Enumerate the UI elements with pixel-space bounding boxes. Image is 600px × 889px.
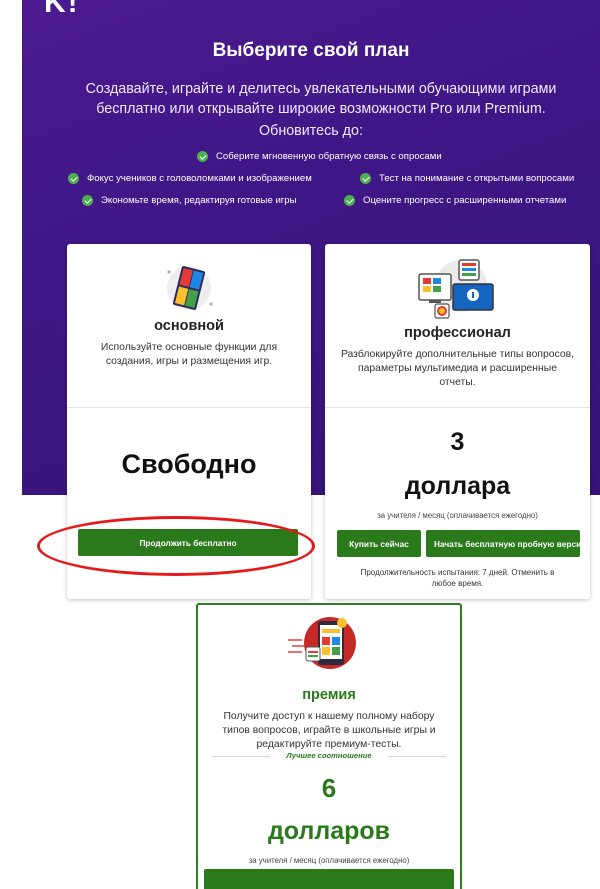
premium-cta-button[interactable] <box>204 869 454 889</box>
best-value-badge: Лучшее соотношение <box>286 751 372 760</box>
plan-description: Используйте основные функции для создани… <box>100 342 278 367</box>
feature-item: Экономьте время, редактируя готовые игры <box>82 195 297 206</box>
plan-price: Свободно <box>121 449 257 479</box>
plan-description: Разблокируйте дополнительные типы вопрос… <box>340 349 575 388</box>
game-board-icon <box>167 266 213 310</box>
plan-description: Получите доступ к нашему полному набору … <box>222 711 436 750</box>
billing-note: за учителя / месяц (оплачивается ежегодн… <box>248 856 410 865</box>
divider <box>325 407 590 408</box>
trial-note: Продолжительность испытания: 7 дней. Отм… <box>360 568 555 588</box>
brand-logo[interactable]: K! <box>44 0 80 20</box>
premium-phone-icon <box>288 617 356 669</box>
plan-title: профессионал <box>404 325 511 341</box>
plan-title: основной <box>154 318 224 334</box>
plan-price-amount: 3 <box>450 428 465 456</box>
highlight-annotation <box>37 516 315 576</box>
feature-item: Фокус учеников с головоломками и изображ… <box>68 173 312 184</box>
plan-price-unit: долларов <box>267 817 391 845</box>
check-icon <box>82 195 93 206</box>
check-icon <box>197 151 208 162</box>
devices-icon <box>418 259 494 319</box>
feature-item: Соберите мгновенную обратную связь с опр… <box>197 151 442 162</box>
plan-title: премия <box>302 687 356 703</box>
check-icon <box>344 195 355 206</box>
upgrade-heading: Обновитесь до: <box>259 123 363 139</box>
check-icon <box>68 173 79 184</box>
start-trial-button[interactable]: Начать бесплатную пробную версию <box>426 530 580 557</box>
feature-item: Тест на понимание с открытыми вопросами <box>360 173 574 184</box>
buy-now-button[interactable]: Купить сейчас <box>337 530 421 557</box>
plan-card-premium: премия Получите доступ к нашему полному … <box>196 603 462 889</box>
check-icon <box>360 173 371 184</box>
plan-price-unit: доллара <box>404 472 511 500</box>
divider <box>67 407 311 408</box>
page-subtitle: Создавайте, играйте и делитесь увлекател… <box>85 81 557 117</box>
page-title: Выберите свой план <box>212 40 410 61</box>
plan-card-pro: профессионал Разблокируйте дополнительны… <box>325 244 590 599</box>
plan-price-amount: 6 <box>321 773 337 803</box>
feature-item: Оцените прогресс с расширенными отчетами <box>344 195 566 206</box>
billing-note: за учителя / месяц (оплачивается ежегодн… <box>377 511 538 520</box>
